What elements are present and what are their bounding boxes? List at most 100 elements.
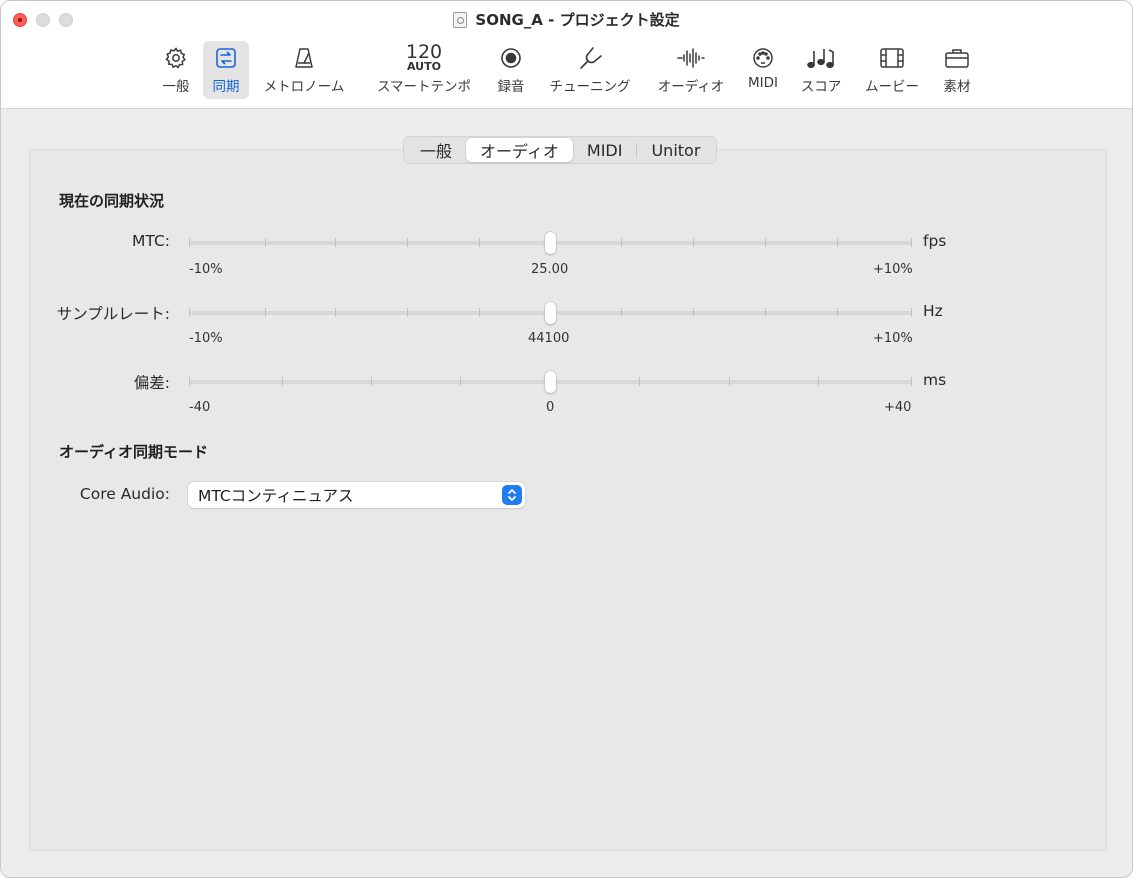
slider-tick xyxy=(621,238,622,247)
slider-tick xyxy=(729,377,730,386)
slider-tick xyxy=(693,308,694,317)
mtc-slider-track xyxy=(189,232,912,254)
mtc-slider-thumb[interactable] xyxy=(545,232,556,254)
waveform-icon xyxy=(676,43,706,73)
toolbar-item-assets[interactable]: 素材 xyxy=(939,41,975,99)
toolbar-item-label: スコア xyxy=(800,79,842,95)
toolbar-item-general[interactable]: 一般 xyxy=(158,41,194,99)
slider-tick xyxy=(335,308,336,317)
slider-tick xyxy=(639,377,640,386)
slider-tick xyxy=(693,238,694,247)
window-title: SONG_A - プロジェクト設定 xyxy=(475,11,680,29)
sync-status-heading: 現在の同期状況 xyxy=(59,192,165,210)
toolbar-item-label: 同期 xyxy=(212,79,240,95)
midi-port-icon xyxy=(751,43,775,73)
toolbar-item-midi[interactable]: MIDI xyxy=(745,41,781,99)
deviation-min-label: -40 xyxy=(189,400,211,415)
notes-icon xyxy=(806,43,836,73)
core-audio-label: Core Audio: xyxy=(79,485,170,503)
film-icon xyxy=(878,43,906,73)
slider-tick xyxy=(765,238,766,247)
toolbar-item-label: ムービー xyxy=(865,79,919,95)
sample-rate-label: サンプルレート: xyxy=(56,305,170,323)
audio-sync-mode-select[interactable]: MTCコンティニュアス xyxy=(188,482,525,508)
toolbar-item-label: 素材 xyxy=(943,79,971,95)
slider-tick xyxy=(189,377,190,386)
toolbar-item-label: スマートテンポ xyxy=(376,79,472,95)
slider-tick xyxy=(621,308,622,317)
toolbar-item-label: メトロノーム xyxy=(263,79,345,95)
slider-tick xyxy=(837,238,838,247)
toolbar-item-label: 一般 xyxy=(162,79,190,95)
toolbar-item-score[interactable]: スコア xyxy=(797,41,845,99)
slider-tick xyxy=(460,377,461,386)
sample-rate-slider-thumb[interactable] xyxy=(545,302,556,324)
slider-tick xyxy=(407,238,408,247)
sample-rate-min-label: -10% xyxy=(189,331,223,346)
toolbar-item-label: オーディオ xyxy=(657,79,725,95)
slider-tick xyxy=(479,308,480,317)
toolbar-item-label: チューニング xyxy=(549,79,631,95)
slider-tick xyxy=(282,377,283,386)
sync-tab-control: 一般 オーディオ MIDI Unitor xyxy=(403,136,718,164)
slider-tick xyxy=(407,308,408,317)
deviation-label: 偏差: xyxy=(133,374,170,392)
toolbar: SONG_A - プロジェクト設定 一般 同期 メトロノーム 120 AUTO … xyxy=(1,1,1132,109)
toolbar-item-sync[interactable]: 同期 xyxy=(203,41,249,99)
tempo-icon: 120 AUTO xyxy=(406,43,442,73)
tab-unitor[interactable]: Unitor xyxy=(637,138,714,162)
deviation-slider-track xyxy=(189,371,912,393)
toolbar-item-record[interactable]: 録音 xyxy=(494,41,528,99)
slider-tick xyxy=(837,308,838,317)
tuning-fork-icon xyxy=(577,43,603,73)
audio-sync-mode-heading: オーディオ同期モード xyxy=(59,443,208,461)
toolbar-item-movie[interactable]: ムービー xyxy=(862,41,922,99)
chevron-up-down-icon[interactable] xyxy=(502,485,522,505)
slider-tick xyxy=(265,308,266,317)
toolbar-item-label: MIDI xyxy=(747,75,778,91)
record-icon xyxy=(499,43,523,73)
slider-tick xyxy=(479,238,480,247)
tempo-mode: AUTO xyxy=(407,60,441,73)
deviation-unit: ms xyxy=(923,371,947,389)
toolbar-item-audio[interactable]: オーディオ xyxy=(653,41,729,99)
slider-tick xyxy=(818,377,819,386)
sample-rate-max-label: +10% xyxy=(873,331,913,346)
metronome-icon xyxy=(292,43,316,73)
slider-tick xyxy=(911,377,912,386)
mtc-label: MTC: xyxy=(132,232,170,250)
slider-tick xyxy=(911,238,912,247)
slider-tick xyxy=(911,308,912,317)
document-icon xyxy=(453,11,468,28)
settings-category-bar: 一般 同期 メトロノーム 120 AUTO スマートテンポ 録音 チューニング … xyxy=(1,41,1132,101)
sample-rate-center-label: 44100 xyxy=(528,331,570,346)
tab-general[interactable]: 一般 xyxy=(406,138,466,162)
slider-tick xyxy=(189,238,190,247)
slider-tick xyxy=(265,238,266,247)
slider-tick xyxy=(335,238,336,247)
mtc-min-label: -10% xyxy=(189,262,223,277)
tab-audio[interactable]: オーディオ xyxy=(466,138,573,162)
tab-midi[interactable]: MIDI xyxy=(573,138,637,162)
deviation-slider-thumb[interactable] xyxy=(545,371,556,393)
slider-tick xyxy=(765,308,766,317)
slider-tick xyxy=(371,377,372,386)
project-settings-window: SONG_A - プロジェクト設定 一般 同期 メトロノーム 120 AUTO … xyxy=(0,0,1133,878)
tempo-value: 120 xyxy=(405,41,443,63)
toolbar-item-tuning[interactable]: チューニング xyxy=(544,41,636,99)
select-value: MTCコンティニュアス xyxy=(198,487,354,505)
toolbar-item-smart-tempo[interactable]: 120 AUTO スマートテンポ xyxy=(371,41,477,99)
mtc-center-label: 25.00 xyxy=(531,262,569,277)
sample-rate-unit: Hz xyxy=(923,302,943,320)
toolbar-item-label: 録音 xyxy=(497,79,525,95)
gear-icon xyxy=(164,43,188,73)
slider-tick xyxy=(189,308,190,317)
sample-rate-slider-track xyxy=(189,302,912,324)
title-bar: SONG_A - プロジェクト設定 xyxy=(1,9,1132,30)
mtc-unit: fps xyxy=(923,232,947,250)
sync-icon xyxy=(214,43,238,73)
deviation-max-label: +40 xyxy=(884,400,912,415)
toolbar-item-metronome[interactable]: メトロノーム xyxy=(259,41,349,99)
deviation-center-label: 0 xyxy=(546,400,555,415)
briefcase-icon xyxy=(944,43,970,73)
